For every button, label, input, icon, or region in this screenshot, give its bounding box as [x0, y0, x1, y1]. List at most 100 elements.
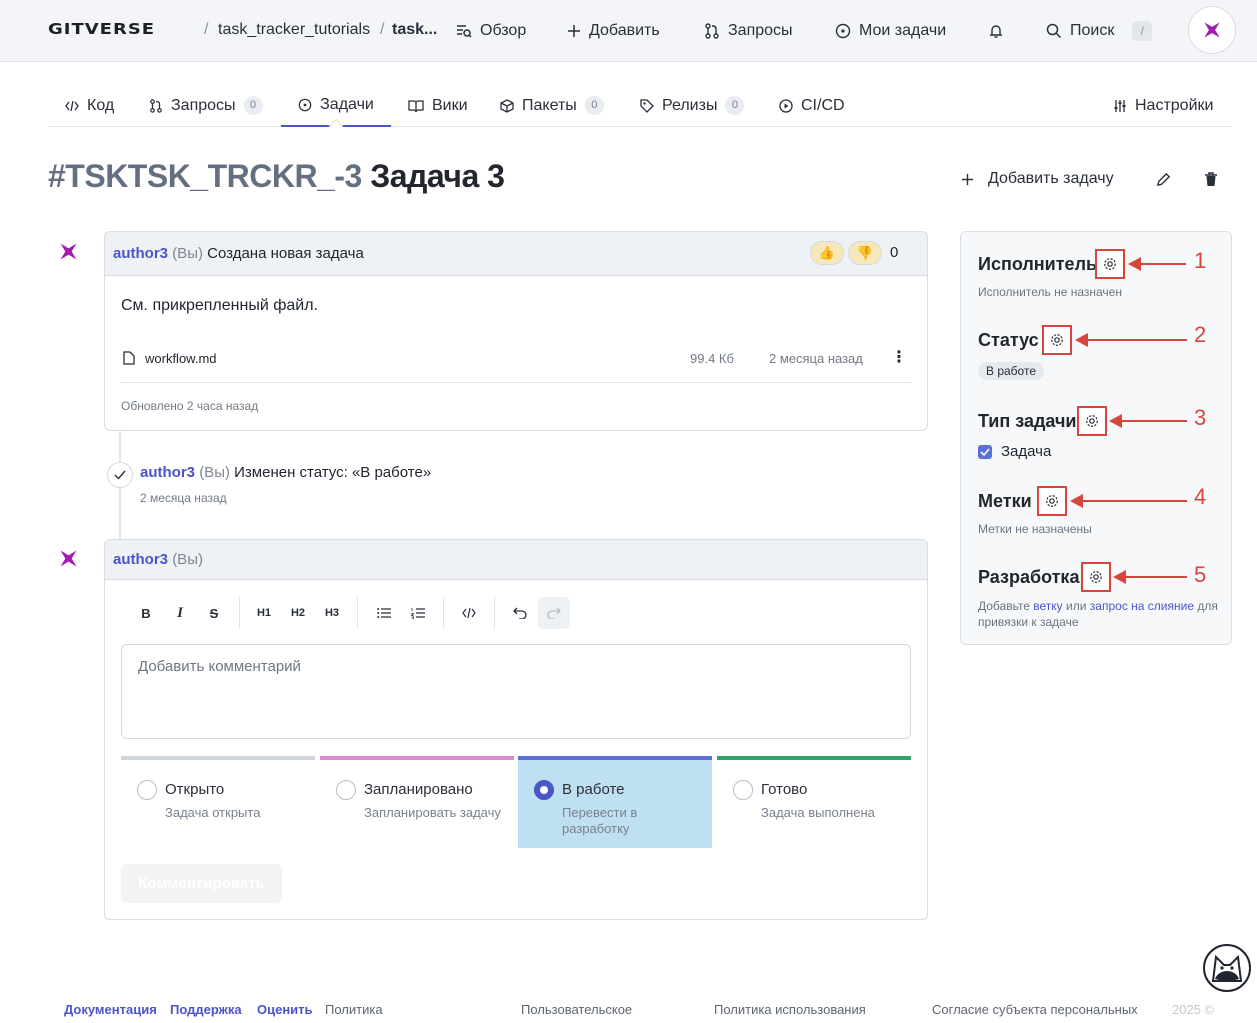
numbered-list-button[interactable] — [402, 597, 434, 629]
thumbs-down-reaction[interactable]: 👎 — [848, 241, 882, 265]
comment-header: author3 (Вы) Создана новая задача — [105, 232, 927, 276]
event-author[interactable]: author3 — [140, 464, 195, 481]
italic-icon: I — [177, 604, 183, 621]
footer-policy-link[interactable]: Политика — [325, 1002, 383, 1017]
plus-icon — [961, 173, 974, 185]
heading3-button[interactable]: H3 — [316, 597, 348, 629]
add-issue-button[interactable]: Добавить задачу — [961, 166, 1114, 192]
tab-settings[interactable]: Настройки — [1113, 84, 1213, 127]
nav-my-issues-label: Мои задачи — [859, 22, 947, 39]
status-gear-icon[interactable] — [1042, 325, 1072, 355]
updated-text: Обновлено 2 часа назад — [121, 399, 259, 413]
comment-author[interactable]: author3 — [113, 245, 168, 262]
footer-docs-link[interactable]: Документация — [64, 1002, 157, 1017]
author-avatar[interactable] — [55, 238, 82, 270]
nav-overview[interactable]: Обзор — [456, 19, 526, 43]
tab-requests-label: Запросы — [171, 96, 236, 114]
notifications-button[interactable] — [988, 19, 1004, 43]
nav-my-issues[interactable]: Мои задачи — [835, 19, 946, 43]
redo-button[interactable] — [538, 597, 570, 629]
status-heading: Статус — [978, 330, 1039, 350]
assignee-value: Исполнитель не назначен — [978, 285, 1122, 299]
footer-rate-link[interactable]: Оценить — [257, 1002, 313, 1017]
breadcrumb-separator: / — [204, 21, 209, 38]
nav-add[interactable]: Добавить — [567, 19, 660, 43]
tab-wiki-label: Вики — [432, 96, 468, 114]
thumbs-up-reaction[interactable]: 👍 — [810, 241, 844, 265]
dev-gear-icon[interactable] — [1081, 562, 1111, 592]
breadcrumb-repo[interactable]: task... — [392, 21, 437, 39]
status-radio[interactable] — [336, 780, 356, 800]
code-button[interactable] — [453, 597, 485, 629]
undo-button[interactable] — [504, 597, 536, 629]
nav-requests[interactable]: Запросы — [704, 19, 793, 43]
breadcrumb-repo-owner[interactable]: task_tracker_tutorials — [218, 21, 370, 39]
status-option-in-progress[interactable]: В работе Перевести в разработку — [518, 756, 712, 848]
tab-issues-label: Задачи — [320, 95, 374, 113]
strikethrough-button[interactable]: S — [198, 597, 230, 629]
bold-button[interactable]: B — [130, 597, 162, 629]
tab-requests[interactable]: Запросы 0 — [149, 84, 263, 127]
pencil-icon — [1156, 172, 1171, 186]
more-vertical-icon[interactable]: ⋮ — [891, 347, 907, 367]
nav-add-label: Добавить — [589, 22, 660, 39]
composer-author[interactable]: author3 — [113, 551, 168, 568]
search-button[interactable]: Поиск / — [1046, 19, 1153, 43]
status-label: Открыто — [165, 781, 225, 798]
attachment-name[interactable]: workflow.md — [145, 351, 217, 366]
footer-consent-link[interactable]: Согласие субъекта персональных — [932, 1002, 1138, 1017]
footer-user-agreement-link[interactable]: Пользовательское — [521, 1002, 632, 1017]
search-label: Поиск — [1070, 22, 1115, 39]
footer-support-link[interactable]: Поддержка — [170, 1002, 242, 1017]
status-option-done[interactable]: Готово Задача выполнена — [717, 756, 911, 848]
issue-title: Задача 3 — [370, 158, 505, 194]
you-label: (Вы) — [199, 464, 230, 481]
tab-releases-label: Релизы — [662, 96, 718, 114]
tab-wiki[interactable]: Вики — [408, 84, 468, 127]
labels-gear-icon[interactable] — [1037, 486, 1067, 516]
status-event: author3 (Вы) Изменен статус: «В работе» — [140, 464, 431, 481]
status-label: В работе — [562, 781, 625, 798]
tab-code[interactable]: Код — [65, 84, 114, 127]
labels-value: Метки не назначены — [978, 522, 1092, 536]
toolbar-divider — [357, 597, 358, 629]
status-option-open[interactable]: Открыто Задача открыта — [121, 756, 315, 848]
status-radio[interactable] — [137, 780, 157, 800]
tab-issues[interactable]: Задачи — [281, 84, 391, 134]
status-radio[interactable] — [733, 780, 753, 800]
tab-ci-cd[interactable]: CI/CD — [779, 84, 845, 127]
branch-link[interactable]: ветку — [1033, 599, 1062, 613]
merge-request-link[interactable]: запрос на слияние — [1090, 599, 1194, 613]
gitverse-logo[interactable]: GITVERSE — [48, 21, 155, 39]
bullet-list-button[interactable] — [368, 597, 400, 629]
tab-releases[interactable]: Релизы 0 — [640, 84, 745, 127]
heading2-button[interactable]: H2 — [282, 597, 314, 629]
edit-button[interactable] — [1156, 166, 1171, 192]
overview-icon — [457, 25, 472, 38]
italic-button[interactable]: I — [164, 597, 196, 629]
attachment-row[interactable]: workflow.md 99.4 Кб 2 месяца назад ⋮ — [121, 347, 911, 383]
type-gear-icon[interactable] — [1077, 406, 1107, 436]
play-circle-icon — [779, 98, 793, 113]
heading1-button[interactable]: H1 — [248, 597, 280, 629]
comment-body: См. прикрепленный файл. — [121, 297, 318, 314]
delete-button[interactable] — [1204, 166, 1218, 192]
comment-input[interactable]: Добавить комментарий — [121, 644, 911, 739]
footer-usage-policy-link[interactable]: Политика использования — [714, 1002, 866, 1017]
bold-icon: B — [141, 605, 151, 621]
status-option-planned[interactable]: Запланировано Запланировать задачу — [320, 756, 514, 848]
support-mascot-button[interactable] — [1203, 944, 1251, 992]
toolbar-divider — [443, 597, 444, 629]
undo-icon — [513, 607, 527, 619]
annotation-number: 4 — [1194, 484, 1207, 509]
comment-submit-button[interactable]: Комментировать — [121, 864, 282, 903]
assignee-gear-icon[interactable] — [1095, 249, 1125, 279]
tab-packages-label: Пакеты — [522, 96, 577, 114]
status-label: Готово — [761, 781, 808, 798]
author-avatar[interactable] — [55, 545, 82, 577]
dev-hint-prefix: Добавьте — [978, 599, 1030, 613]
status-description: Задача выполнена — [761, 805, 875, 820]
user-avatar[interactable] — [1188, 6, 1236, 54]
tab-packages[interactable]: Пакеты 0 — [500, 84, 604, 127]
status-radio-selected[interactable] — [534, 780, 554, 800]
